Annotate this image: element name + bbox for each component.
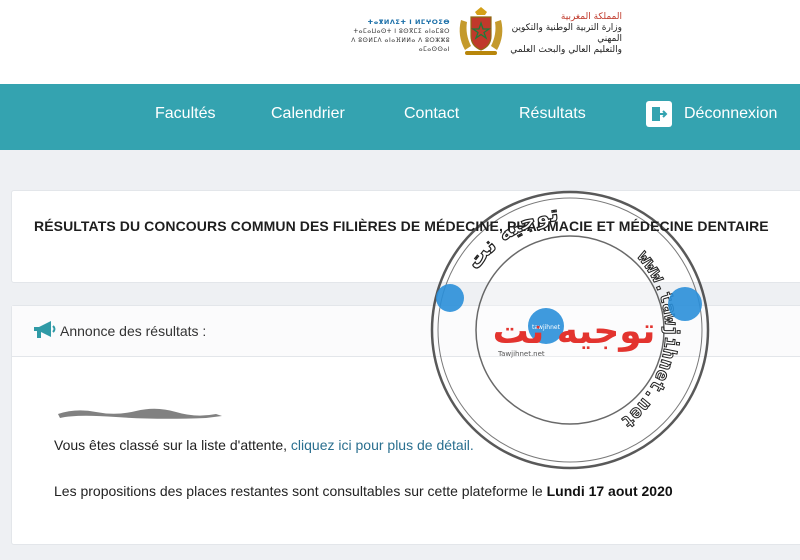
detail-link[interactable]: cliquez ici pour plus de détail. — [291, 437, 474, 453]
announcement-card: Annonce des résultats : Vous êtes classé… — [11, 305, 800, 545]
nav-resultats[interactable]: Résultats — [519, 84, 586, 150]
waitlist-text: Vous êtes classé sur la liste d'attente, — [54, 437, 291, 453]
nav-contact[interactable]: Contact — [404, 84, 459, 150]
arabic-line-2: وزارة التربية الوطنية والتكوين المهني — [511, 23, 622, 44]
arabic-line-1: المملكة المغربية — [560, 12, 622, 22]
main-navbar: Facultés Calendrier Contact Résultats Dé… — [0, 84, 800, 150]
redacted-name-scribble — [58, 408, 222, 419]
info-date: Lundi 17 aout 2020 — [546, 483, 673, 499]
waitlist-status: Vous êtes classé sur la liste d'attente,… — [54, 437, 474, 453]
site-header: ⵜⴰⴳⵍⴷⵉⵜ ⵏ ⵍⵎⵖⵔⵉⴱ ⵜⴰⵎⴰⵡⴰⵙⵜ ⵏ ⵓⵙⴳⵎⵉ ⴰⵏⴰⵎⵓⵔ… — [0, 0, 800, 84]
info-text: Les propositions des places restantes so… — [54, 483, 547, 499]
tifinagh-line-3: ⴷ ⵓⵙⵍⵎⴷ ⴰⵏⴰⴼⵍⵍⴰ ⴷ ⵓⵔⵣⵣⵓ ⴰⵎⴰⵙⵙⴰⵏ — [351, 37, 450, 53]
arabic-line-3: والتعليم العالي والبحث العلمي — [510, 45, 622, 55]
remaining-places-info: Les propositions des places restantes so… — [54, 483, 673, 499]
header-arabic-text: المملكة المغربية وزارة التربية الوطنية و… — [510, 12, 622, 56]
logout-label: Déconnexion — [684, 105, 778, 122]
announcement-header: Annonce des résultats : — [12, 306, 800, 357]
page-title: RÉSULTATS DU CONCOURS COMMUN DES FILIÈRE… — [34, 218, 769, 234]
tifinagh-line-2: ⵜⴰⵎⴰⵡⴰⵙⵜ ⵏ ⵓⵙⴳⵎⵉ ⴰⵏⴰⵎⵓⵔ — [353, 28, 450, 35]
logout-icon — [646, 101, 672, 127]
logout-button[interactable]: Déconnexion — [646, 84, 777, 144]
tifinagh-line-1: ⵜⴰⴳⵍⴷⵉⵜ ⵏ ⵍⵎⵖⵔⵉⴱ — [367, 18, 450, 26]
megaphone-icon — [34, 321, 56, 338]
title-card: RÉSULTATS DU CONCOURS COMMUN DES FILIÈRE… — [11, 190, 800, 283]
header-tifinagh-text: ⵜⴰⴳⵍⴷⵉⵜ ⵏ ⵍⵎⵖⵔⵉⴱ ⵜⴰⵎⴰⵡⴰⵙⵜ ⵏ ⵓⵙⴳⵎⵉ ⴰⵏⴰⵎⵓⵔ… — [330, 18, 450, 54]
nav-facultes[interactable]: Facultés — [155, 84, 215, 150]
announcement-heading: Annonce des résultats : — [60, 323, 207, 339]
nav-calendrier[interactable]: Calendrier — [271, 84, 345, 150]
royal-emblem-icon — [459, 7, 503, 55]
